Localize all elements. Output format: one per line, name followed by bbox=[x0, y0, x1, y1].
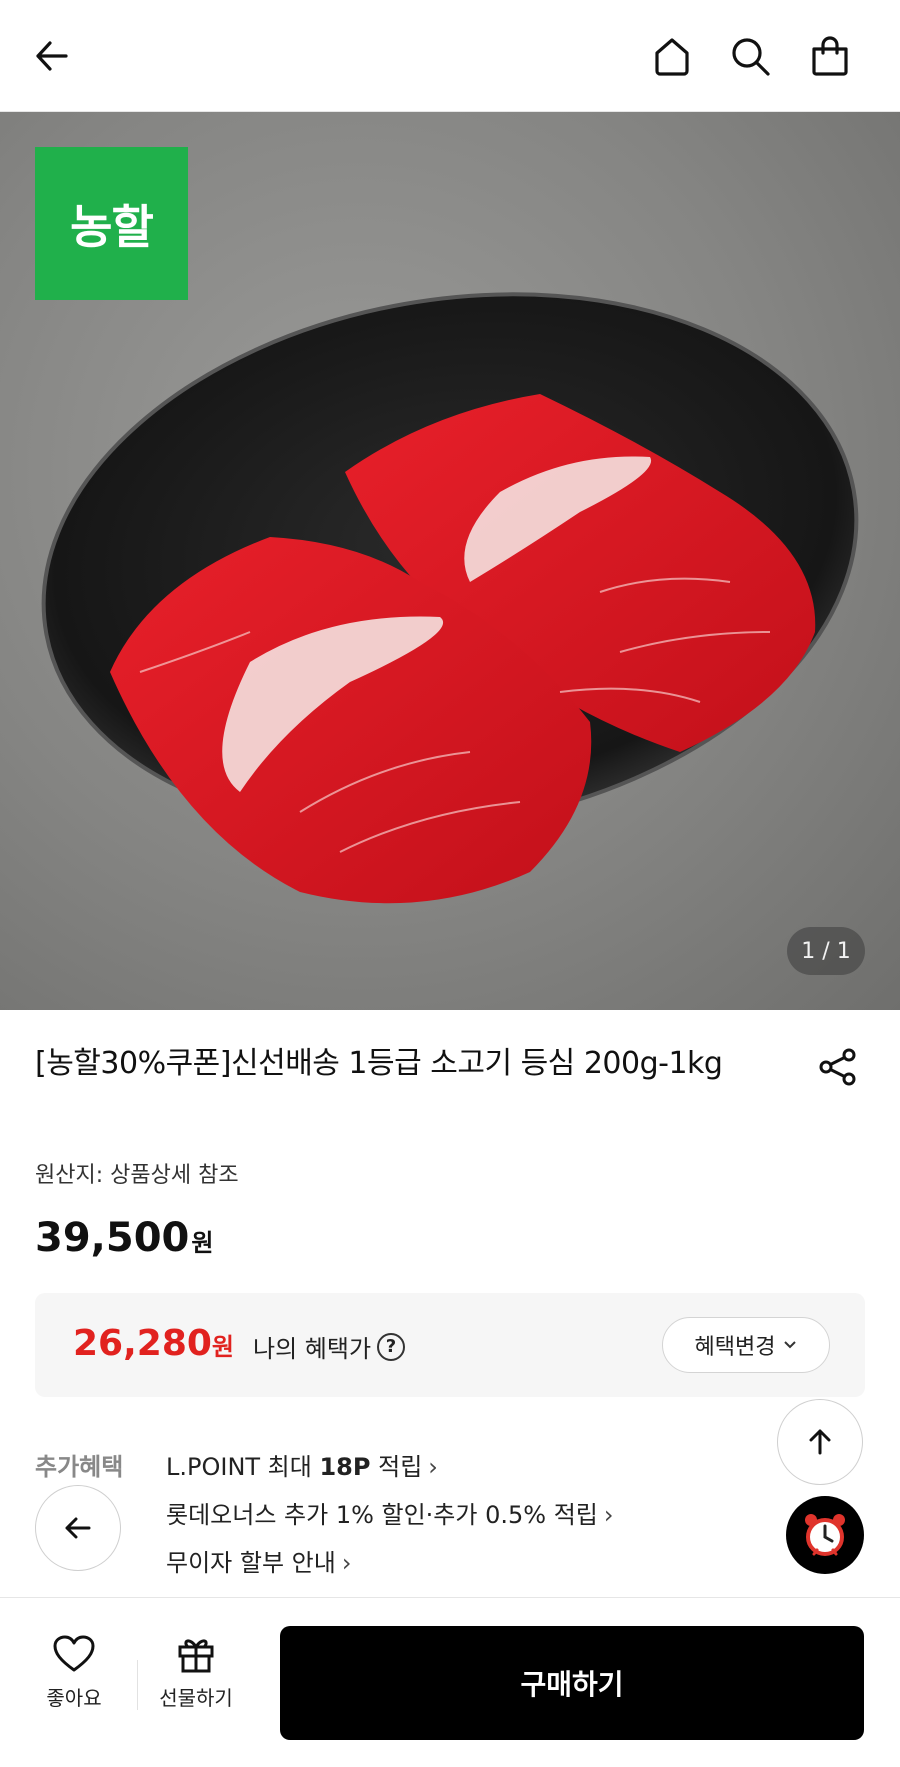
price-value: 39,500 bbox=[35, 1215, 190, 1261]
scroll-top-button[interactable] bbox=[777, 1399, 863, 1485]
brand-badge: 농할 bbox=[35, 147, 188, 300]
heart-icon bbox=[53, 1635, 95, 1672]
benefit-price-value: 26,280 bbox=[73, 1323, 212, 1364]
lpoint-prefix: L.POINT 최대 bbox=[166, 1453, 320, 1481]
lpoint-amount: 18P bbox=[319, 1453, 371, 1481]
arrow-left-icon bbox=[65, 1517, 91, 1539]
help-icon[interactable]: ? bbox=[377, 1332, 406, 1361]
benefit-price-box: 26,280원 나의 혜택가 ? 혜택변경 bbox=[35, 1293, 865, 1397]
benefit-label: 나의 혜택가 ? bbox=[253, 1329, 406, 1364]
search-button[interactable] bbox=[724, 30, 776, 82]
product-title: [농할30%쿠폰]신선배송 1등급 소고기 등심 200g-1kg bbox=[35, 1046, 723, 1081]
change-benefit-button[interactable]: 혜택변경 bbox=[662, 1317, 830, 1373]
like-label: 좋아요 bbox=[46, 1686, 102, 1710]
share-icon bbox=[819, 1048, 856, 1086]
share-button[interactable] bbox=[816, 1045, 860, 1089]
chevron-right-icon: › bbox=[603, 1501, 614, 1529]
like-button[interactable]: 좋아요 bbox=[24, 1634, 124, 1711]
shopping-bag-icon bbox=[812, 36, 848, 76]
top-nav-bar bbox=[0, 0, 900, 112]
bottom-action-bar: 좋아요 선물하기 구매하기 bbox=[0, 1597, 900, 1767]
arrow-left-icon bbox=[36, 41, 68, 71]
chevron-right-icon: › bbox=[341, 1549, 352, 1577]
cart-button[interactable] bbox=[804, 30, 856, 82]
price-unit: 원 bbox=[191, 1229, 214, 1257]
floating-back-button[interactable] bbox=[35, 1485, 121, 1571]
installment-link[interactable]: 무이자 할부 안내 › bbox=[166, 1543, 351, 1578]
home-icon bbox=[655, 38, 689, 76]
alarm-button[interactable] bbox=[786, 1496, 864, 1574]
image-counter: 1 / 1 bbox=[787, 927, 865, 975]
alarm-clock-icon bbox=[805, 1514, 845, 1556]
search-icon bbox=[732, 38, 770, 76]
arrow-up-icon bbox=[809, 1429, 831, 1455]
lpoint-suffix: 적립 bbox=[370, 1453, 423, 1481]
original-price: 39,500원 bbox=[35, 1215, 213, 1261]
extra-benefit-label: 추가혜택 bbox=[35, 1453, 124, 1481]
back-button[interactable] bbox=[26, 30, 78, 82]
chevron-down-icon bbox=[784, 1341, 797, 1349]
change-benefit-label: 혜택변경 bbox=[694, 1335, 776, 1360]
buy-button[interactable]: 구매하기 bbox=[280, 1626, 864, 1740]
card-benefit-link[interactable]: 롯데오너스 추가 1% 할인·추가 0.5% 적립 › bbox=[166, 1495, 613, 1530]
benefit-label-text: 나의 혜택가 bbox=[253, 1335, 372, 1363]
lpoint-benefit-link[interactable]: L.POINT 최대 18P 적립 › bbox=[166, 1447, 438, 1482]
gift-icon bbox=[178, 1639, 214, 1673]
installment-text: 무이자 할부 안내 bbox=[166, 1549, 336, 1577]
origin-info: 원산지: 상품상세 참조 bbox=[35, 1163, 239, 1188]
chevron-right-icon: › bbox=[428, 1453, 438, 1481]
gift-label: 선물하기 bbox=[159, 1686, 233, 1710]
benefit-price-unit: 원 bbox=[211, 1333, 235, 1361]
product-image-gallery[interactable]: 농할 1 / 1 bbox=[0, 112, 900, 1010]
card-benefit-text: 롯데오너스 추가 1% 할인·추가 0.5% 적립 bbox=[166, 1501, 598, 1529]
divider bbox=[137, 1660, 138, 1710]
benefit-price: 26,280원 bbox=[73, 1323, 234, 1364]
gift-button[interactable]: 선물하기 bbox=[146, 1634, 246, 1711]
home-button[interactable] bbox=[646, 30, 698, 82]
